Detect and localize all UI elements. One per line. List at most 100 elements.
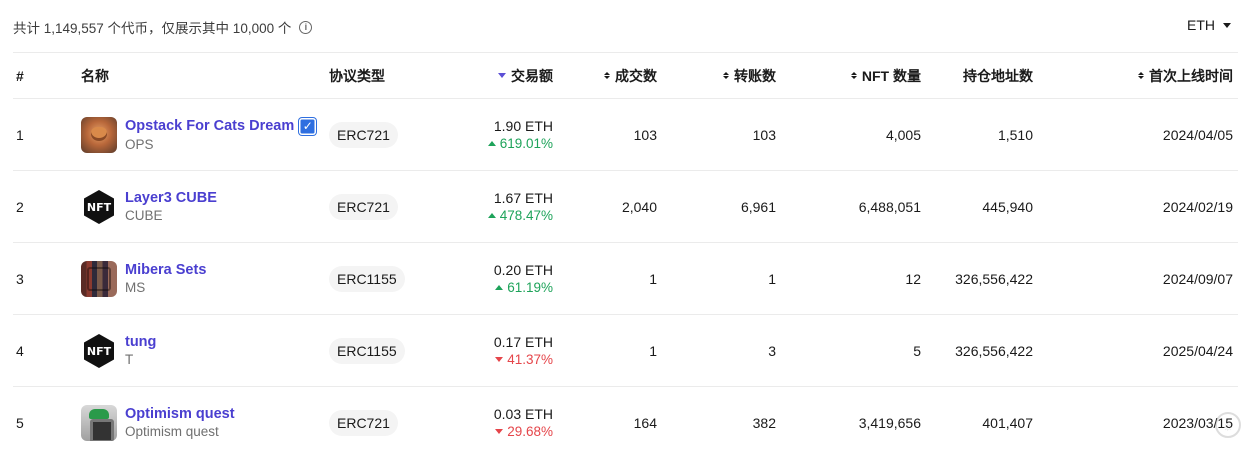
nft-count-value: 3,419,656 bbox=[858, 414, 921, 431]
volume-cell: 1.90 ETH 619.01% bbox=[413, 99, 553, 170]
volume-change: 619.01% bbox=[487, 136, 553, 151]
svg-text:NFT: NFT bbox=[87, 201, 112, 214]
collection-cell: Mibera Sets MS bbox=[81, 243, 321, 314]
protocol-badge: ERC1155 bbox=[329, 265, 405, 292]
table-row[interactable]: 2 NFT Layer3 CUBE CUBE ERC721 1.67 ETH 4… bbox=[13, 171, 1238, 243]
sort-icon bbox=[604, 72, 610, 79]
header-first-listed-label: 首次上线时间 bbox=[1149, 67, 1233, 84]
volume-value: 0.03 ETH bbox=[493, 406, 553, 422]
row-index: 5 bbox=[16, 414, 24, 431]
holders-value: 326,556,422 bbox=[955, 342, 1033, 359]
info-icon[interactable]: i bbox=[299, 20, 313, 34]
first-listed-value: 2023/03/15 bbox=[1162, 414, 1233, 431]
collection-cell: NFT Layer3 CUBE CUBE bbox=[81, 171, 321, 242]
trades-value: 164 bbox=[633, 414, 657, 431]
nft-count-value: 6,488,051 bbox=[858, 198, 921, 215]
header-trades-label: 成交数 bbox=[615, 67, 657, 84]
transfers-value: 3 bbox=[768, 342, 776, 359]
volume-change: 61.19% bbox=[495, 280, 553, 295]
watermark-logo-icon: ☼ bbox=[1215, 412, 1241, 438]
collection-symbol: MS bbox=[125, 280, 146, 295]
row-index: 4 bbox=[16, 342, 24, 359]
header-holders: 持仓地址数 bbox=[963, 67, 1033, 84]
arrow-up-icon bbox=[495, 285, 504, 290]
volume-change: 41.37% bbox=[495, 352, 553, 367]
collection-cell: Optimism quest Optimism quest bbox=[81, 387, 321, 450]
collection-name-link[interactable]: Optimism quest bbox=[125, 406, 235, 422]
transfers-value: 1 bbox=[768, 270, 776, 287]
volume-value: 0.17 ETH bbox=[493, 334, 553, 350]
volume-change: 478.47% bbox=[487, 208, 553, 223]
trades-value: 2,040 bbox=[621, 198, 657, 215]
header-transfers-sort[interactable]: 转账数 bbox=[666, 53, 776, 98]
table-row[interactable]: 4 NFT tung T ERC1155 0.17 ETH 41.37% 1 3… bbox=[13, 315, 1238, 387]
holders-value: 445,940 bbox=[982, 198, 1033, 215]
table-row[interactable]: 3 Mibera Sets MS ERC1155 0.20 ETH 61.19%… bbox=[13, 243, 1238, 315]
collection-symbol: T bbox=[125, 352, 134, 367]
nft-count-value: 12 bbox=[905, 270, 921, 287]
protocol-badge: ERC721 bbox=[329, 193, 398, 220]
header-transfers-label: 转账数 bbox=[734, 67, 776, 84]
volume-cell: 0.17 ETH 41.37% bbox=[413, 315, 553, 386]
first-listed-value: 2024/04/05 bbox=[1162, 126, 1233, 143]
nft-hexagon-icon[interactable]: NFT bbox=[81, 333, 117, 369]
volume-change: 29.68% bbox=[495, 424, 553, 439]
caret-down-icon bbox=[1223, 22, 1231, 28]
nft-count-value: 5 bbox=[913, 342, 921, 359]
collection-symbol: Optimism quest bbox=[125, 424, 219, 439]
arrow-up-icon bbox=[487, 213, 496, 218]
row-index: 2 bbox=[16, 198, 24, 215]
table-header: # 名称 协议类型 交易额 成交数 转账数 NFT 数量 持仓地址数 首次上线时… bbox=[13, 52, 1238, 99]
volume-value: 1.67 ETH bbox=[493, 190, 553, 206]
change-value: 478.47% bbox=[499, 208, 553, 223]
nft-hexagon-icon[interactable]: NFT bbox=[81, 189, 117, 225]
bookshelf-icon[interactable] bbox=[81, 260, 117, 297]
arrow-down-icon bbox=[495, 357, 504, 362]
header-first-listed-sort[interactable]: 首次上线时间 bbox=[1083, 53, 1233, 98]
svg-text:NFT: NFT bbox=[87, 345, 112, 358]
first-listed-value: 2024/02/19 bbox=[1162, 198, 1233, 215]
holders-value: 1,510 bbox=[997, 126, 1033, 143]
collection-cell: Opstack For Cats Dream ✓ OPS bbox=[81, 99, 321, 170]
summary-text: 共计 1,149,557 个代币，仅展示其中 10,000 个 bbox=[13, 21, 292, 36]
header-nft-count-sort[interactable]: NFT 数量 bbox=[791, 53, 921, 98]
row-index: 1 bbox=[16, 126, 24, 143]
protocol-badge: ERC721 bbox=[329, 409, 398, 436]
collection-symbol: CUBE bbox=[125, 208, 163, 223]
table-row[interactable]: 1 Opstack For Cats Dream ✓ OPS ERC721 1.… bbox=[13, 99, 1238, 171]
volume-value: 0.20 ETH bbox=[493, 262, 553, 278]
transfers-value: 382 bbox=[752, 414, 776, 431]
first-listed-value: 2025/04/24 bbox=[1162, 342, 1233, 359]
sort-icon bbox=[850, 72, 857, 79]
currency-selector[interactable]: ETH bbox=[1187, 17, 1231, 33]
header-name: 名称 bbox=[81, 67, 109, 84]
header-volume-sort[interactable]: 交易额 bbox=[413, 53, 553, 98]
arrow-down-icon bbox=[495, 429, 504, 434]
collection-symbol: OPS bbox=[125, 136, 154, 152]
trades-value: 1 bbox=[649, 270, 657, 287]
site-watermark: ☼ bbox=[1215, 412, 1241, 438]
collection-name-link[interactable]: Layer3 CUBE bbox=[125, 190, 217, 206]
sort-icon bbox=[723, 72, 729, 79]
protocol-badge: ERC721 bbox=[329, 121, 398, 148]
currency-label: ETH bbox=[1187, 17, 1215, 33]
cat-collection-icon[interactable] bbox=[81, 116, 117, 153]
table-row[interactable]: 5 Optimism quest Optimism quest ERC721 0… bbox=[13, 387, 1238, 450]
optimism-quest-icon[interactable] bbox=[81, 404, 117, 441]
nft-collection-table: # 名称 协议类型 交易额 成交数 转账数 NFT 数量 持仓地址数 首次上线时… bbox=[13, 52, 1238, 450]
volume-value: 1.90 ETH bbox=[493, 118, 553, 134]
transfers-value: 6,961 bbox=[740, 198, 776, 215]
volume-cell: 1.67 ETH 478.47% bbox=[413, 171, 553, 242]
collection-name-link[interactable]: Opstack For Cats Dream bbox=[125, 118, 294, 134]
arrow-up-icon bbox=[487, 141, 496, 146]
trades-value: 103 bbox=[633, 126, 657, 143]
volume-cell: 0.03 ETH 29.68% bbox=[413, 387, 553, 450]
first-listed-value: 2024/09/07 bbox=[1162, 270, 1233, 287]
collection-name-link[interactable]: tung bbox=[125, 334, 156, 350]
table-toolbar: 共计 1,149,557 个代币，仅展示其中 10,000 个 i ETH bbox=[13, 17, 1251, 37]
change-value: 619.01% bbox=[499, 136, 553, 151]
holders-value: 326,556,422 bbox=[955, 270, 1033, 287]
collection-name-link[interactable]: Mibera Sets bbox=[125, 262, 206, 278]
header-trades-sort[interactable]: 成交数 bbox=[547, 53, 657, 98]
protocol-badge: ERC1155 bbox=[329, 337, 405, 364]
